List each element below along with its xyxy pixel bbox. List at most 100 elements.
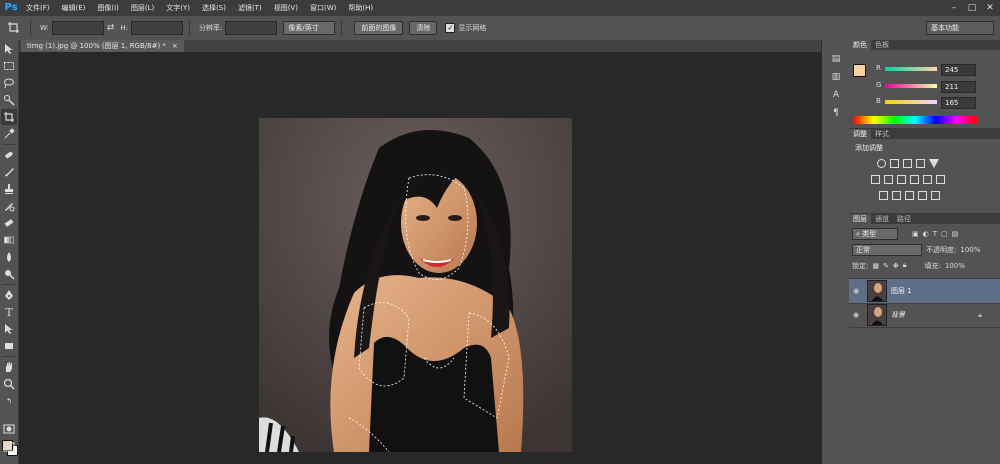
zoom-tool-icon[interactable]: [1, 376, 17, 392]
history-panel-icon[interactable]: ▤: [826, 52, 846, 66]
marquee-tool-icon[interactable]: [1, 58, 17, 74]
photo-filter-icon[interactable]: [910, 175, 919, 184]
opacity-input[interactable]: 100%: [960, 246, 980, 254]
tab-adjustments[interactable]: 调整: [849, 129, 871, 139]
menu-file[interactable]: 文件(F): [20, 3, 56, 13]
gradient-map-icon[interactable]: [918, 191, 927, 200]
layer-row[interactable]: ◉ 背景 🔒︎: [849, 303, 1000, 328]
visibility-eye-icon[interactable]: ◉: [849, 287, 863, 295]
lock-position-icon[interactable]: ✥: [893, 262, 899, 270]
layer-name[interactable]: 图层 1: [891, 286, 912, 296]
filter-type-icon[interactable]: T: [933, 230, 937, 238]
screen-mode-icon[interactable]: [1, 439, 17, 455]
properties-panel-icon[interactable]: ▥: [826, 70, 846, 84]
history-brush-tool-icon[interactable]: [1, 198, 17, 214]
r-value-input[interactable]: 245: [941, 64, 976, 76]
tab-color[interactable]: 颜色: [849, 40, 871, 50]
lock-image-icon[interactable]: ✎: [883, 262, 889, 270]
menu-type[interactable]: 文字(Y): [160, 3, 196, 13]
tab-paths[interactable]: 路径: [893, 214, 915, 224]
color-lookup-icon[interactable]: [936, 175, 945, 184]
panel-fg-swatch[interactable]: [853, 64, 866, 77]
rectangle-tool-icon[interactable]: [1, 338, 17, 354]
resolution-unit-select[interactable]: 像素/英寸: [283, 21, 336, 35]
menu-select[interactable]: 选择(S): [196, 3, 232, 13]
gradient-tool-icon[interactable]: [1, 232, 17, 248]
lock-all-icon[interactable]: 🔒︎: [903, 261, 907, 270]
tab-styles[interactable]: 样式: [871, 129, 893, 139]
filter-smart-icon[interactable]: ▤: [952, 230, 959, 238]
invert-icon[interactable]: [879, 191, 888, 200]
filter-pixel-icon[interactable]: ▣: [912, 230, 919, 238]
menu-window[interactable]: 窗口(W): [304, 3, 342, 13]
front-image-button[interactable]: 前面的图像: [354, 21, 404, 35]
menu-view[interactable]: 视图(V): [268, 3, 304, 13]
brush-tool-icon[interactable]: [1, 164, 17, 180]
eyedropper-tool-icon[interactable]: [1, 126, 17, 142]
blur-tool-icon[interactable]: [1, 249, 17, 265]
resolution-input[interactable]: [225, 21, 278, 35]
paragraph-panel-icon[interactable]: ¶: [826, 106, 846, 120]
swap-icon[interactable]: ⇄: [107, 23, 115, 33]
color-balance-icon[interactable]: [884, 175, 893, 184]
black-white-icon[interactable]: [897, 175, 906, 184]
crop-tool-preset-icon[interactable]: [4, 19, 24, 37]
hue-saturation-icon[interactable]: [871, 175, 880, 184]
dodge-tool-icon[interactable]: [1, 266, 17, 282]
crop-tool-icon[interactable]: [1, 109, 17, 125]
blend-mode-select[interactable]: 正常: [852, 243, 922, 256]
healing-brush-tool-icon[interactable]: [1, 147, 17, 163]
type-tool-icon[interactable]: T: [1, 304, 17, 320]
close-window-button[interactable]: ✕: [984, 2, 996, 14]
fill-input[interactable]: 100%: [945, 262, 965, 270]
g-value-input[interactable]: 211: [941, 81, 976, 93]
move-tool-icon[interactable]: [1, 41, 17, 57]
path-selection-tool-icon[interactable]: [1, 321, 17, 337]
close-document-icon[interactable]: ×: [172, 40, 178, 52]
show-grid-checkbox[interactable]: ✓: [445, 23, 456, 33]
menu-image[interactable]: 图像(I): [91, 3, 125, 13]
width-input[interactable]: [51, 21, 104, 35]
exposure-icon[interactable]: [916, 159, 925, 168]
canvas-area[interactable]: [19, 52, 821, 464]
clear-button[interactable]: 清除: [409, 21, 438, 35]
quick-selection-tool-icon[interactable]: [1, 92, 17, 108]
g-slider[interactable]: [885, 84, 937, 88]
minimize-button[interactable]: –: [948, 2, 960, 14]
b-slider[interactable]: [885, 100, 937, 104]
filter-shape-icon[interactable]: ▢: [941, 230, 948, 238]
quick-mask-icon[interactable]: [1, 421, 17, 437]
character-panel-icon[interactable]: A: [826, 88, 846, 102]
restore-button[interactable]: □: [966, 2, 978, 14]
filter-adjustment-icon[interactable]: ◐: [923, 230, 929, 238]
brightness-contrast-icon[interactable]: [877, 159, 886, 168]
eraser-tool-icon[interactable]: [1, 215, 17, 231]
menu-layer[interactable]: 图层(L): [125, 3, 160, 13]
layer-row[interactable]: ◉ 图层 1: [849, 278, 1000, 304]
workspace-select[interactable]: 基本功能: [926, 21, 994, 35]
b-value-input[interactable]: 165: [941, 97, 976, 109]
curves-icon[interactable]: [903, 159, 912, 168]
tab-channels[interactable]: 通道: [871, 214, 893, 224]
document-tab[interactable]: timg (1).jpg @ 100% (图层 1, RGB/8#) * ×: [21, 40, 184, 52]
lock-transparent-icon[interactable]: ▦: [872, 262, 879, 270]
r-slider[interactable]: [885, 67, 937, 71]
menu-help[interactable]: 帮助(H): [342, 3, 379, 13]
hand-tool-icon[interactable]: [1, 359, 17, 375]
posterize-icon[interactable]: [892, 191, 901, 200]
menu-filter[interactable]: 滤镜(T): [232, 3, 268, 13]
clone-stamp-tool-icon[interactable]: [1, 181, 17, 197]
tab-layers[interactable]: 图层: [849, 214, 871, 224]
layer-name[interactable]: 背景: [891, 310, 905, 320]
tab-swatches[interactable]: 色板: [871, 40, 893, 50]
layer-filter-select[interactable]: ⌕ 类型: [852, 227, 898, 240]
pen-tool-icon[interactable]: [1, 287, 17, 303]
channel-mixer-icon[interactable]: [923, 175, 932, 184]
height-input[interactable]: [131, 21, 184, 35]
vibrance-icon[interactable]: [929, 159, 939, 168]
color-spectrum-ramp[interactable]: [853, 116, 977, 124]
lasso-tool-icon[interactable]: [1, 75, 17, 91]
selective-color-icon[interactable]: [931, 191, 940, 200]
document-image[interactable]: [259, 118, 572, 452]
visibility-eye-icon[interactable]: ◉: [849, 311, 863, 319]
